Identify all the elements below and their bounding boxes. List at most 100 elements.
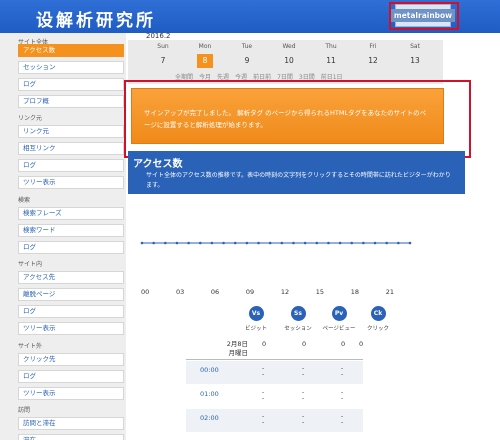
section-description: サイト全体のアクセス数の推移です。表中の時刻の文字列をクリックするとその時間帯に… (146, 172, 451, 189)
period-option[interactable]: 前日前 (253, 72, 271, 81)
data-point (385, 241, 388, 245)
cell-dash: -- (262, 389, 265, 402)
period-option[interactable]: 今月 (199, 72, 211, 81)
data-point (257, 241, 260, 245)
user-account-button[interactable]: metalrainbow (390, 4, 456, 27)
metric-icon: Ck (370, 306, 386, 321)
day-date[interactable]: 12 (365, 54, 381, 68)
sidebar-item-in-site-log[interactable]: ログ (18, 305, 124, 318)
app-header: 设解析研究所 metalrainbow (0, 0, 500, 33)
day-date[interactable]: 9 (239, 54, 255, 68)
x-tick-label: 06 (210, 288, 220, 296)
day-date[interactable]: 11 (323, 54, 339, 68)
sidebar-item-mutual-link[interactable]: 相互リンク (18, 142, 124, 155)
cell-dash: -- (341, 365, 344, 378)
sidebar-item-out-site-log[interactable]: ログ (18, 370, 124, 383)
sidebar-item-referrer[interactable]: リンク元 (18, 125, 124, 138)
table-date: 2月8日 月曜日 (186, 340, 248, 358)
cell-dash: -- (302, 389, 305, 402)
time-link[interactable]: 00:00 (200, 366, 219, 374)
metric-icon: Vs (248, 306, 264, 321)
x-tick-label: 21 (385, 288, 394, 296)
period-selector: 全期間 今月 先週 今週 前日前 7日間 3日間 前日1日 (175, 72, 445, 81)
calendar-day[interactable]: Fri 12 (352, 40, 394, 68)
data-point (140, 241, 144, 245)
day-of-week: Thu (325, 43, 337, 50)
sidebar-item-session[interactable]: セッション (18, 61, 124, 74)
data-point (373, 241, 377, 245)
sidebar: サイト全体 アクセス数 セッション ログ プロフ概 リンク元 リンク元 相互リン… (0, 33, 126, 440)
metric-icon: Ss (290, 306, 306, 321)
sidebar-group-search: 検索 (18, 197, 31, 204)
sidebar-item-in-site-tree[interactable]: ツリー表示 (18, 322, 124, 335)
access-line-chart (140, 241, 412, 245)
sidebar-item-stay[interactable]: 滞在 (18, 434, 124, 440)
period-option[interactable]: 今週 (235, 72, 247, 81)
site-logo[interactable]: 设解析研究所 (36, 6, 156, 31)
data-point (292, 241, 295, 245)
metric-label: ページビュー (322, 326, 356, 332)
time-link[interactable]: 01:00 (200, 390, 219, 398)
data-point (198, 241, 202, 245)
x-tick-label: 18 (350, 288, 360, 296)
sidebar-item-search-phrase[interactable]: 検索フレーズ (18, 207, 124, 220)
calendar-day[interactable]: Thu 11 (310, 40, 352, 68)
data-point (408, 241, 412, 245)
metric-label: ビジット (244, 326, 267, 332)
period-option[interactable]: 3日間 (299, 72, 315, 81)
data-point (350, 241, 354, 245)
total-sessions: 0 (302, 340, 307, 348)
sidebar-item-search-word[interactable]: 検索ワード (18, 224, 124, 237)
data-point (152, 241, 155, 245)
data-point (397, 241, 400, 245)
day-of-week: Fri (369, 43, 377, 50)
total-visits: 0 (262, 340, 267, 348)
sidebar-item-search-log[interactable]: ログ (18, 241, 124, 254)
time-link[interactable]: 02:00 (200, 414, 219, 422)
data-point (362, 241, 365, 245)
metric-clicks: Ck クリック (360, 306, 396, 332)
sidebar-item-destination[interactable]: アクセス先 (18, 271, 124, 284)
data-point (327, 241, 330, 245)
day-date-selected[interactable]: 8 (197, 54, 213, 68)
table-row: 00:00 -- -- -- (186, 361, 363, 384)
data-point (187, 241, 190, 245)
period-option[interactable]: 全期間 (175, 72, 193, 81)
period-option[interactable]: 7日間 (277, 72, 293, 81)
table-date-row: 2月8日 月曜日 0 0 0 0 (186, 337, 363, 360)
data-point (303, 241, 307, 245)
calendar-day[interactable]: Sun 7 (142, 40, 184, 68)
sidebar-item-profile[interactable]: プロフ概 (18, 95, 124, 108)
sidebar-item-referrer-tree[interactable]: ツリー表示 (18, 176, 124, 189)
cell-dash: -- (341, 389, 344, 402)
cell-dash: -- (302, 365, 305, 378)
data-point (222, 241, 225, 245)
sidebar-item-out-site-tree[interactable]: ツリー表示 (18, 387, 124, 400)
sidebar-item-visit-stay[interactable]: 訪問と滞在 (18, 417, 124, 430)
data-point (338, 241, 342, 245)
sidebar-item-access-count[interactable]: アクセス数 (18, 44, 124, 57)
day-date[interactable]: 7 (155, 54, 171, 68)
period-option[interactable]: 前日1日 (321, 72, 343, 81)
calendar-day[interactable]: Wed 10 (268, 40, 310, 68)
sidebar-item-exit-page[interactable]: 離脱ページ (18, 288, 124, 301)
data-point (268, 241, 272, 245)
metric-pageviews: Pv ページビュー (321, 306, 357, 332)
section-title: アクセス数 (133, 159, 183, 170)
calendar-day[interactable]: Tue 9 (226, 40, 268, 68)
user-name: metalrainbow (390, 9, 456, 22)
weekday-text: 月曜日 (228, 349, 249, 357)
day-date[interactable]: 10 (281, 54, 297, 68)
total-pageviews: 0 (341, 340, 346, 348)
x-tick-label: 15 (315, 288, 325, 296)
sidebar-item-referrer-log[interactable]: ログ (18, 159, 124, 172)
sidebar-item-click-destination[interactable]: クリック先 (18, 353, 124, 366)
table-row: 02:00 -- -- -- (186, 409, 363, 432)
access-section-header: アクセス数 サイト全体のアクセス数の推移です。表中の時刻の文字列をクリックすると… (128, 151, 465, 194)
day-date[interactable]: 13 (407, 54, 423, 68)
calendar-day[interactable]: Sat 13 (394, 40, 436, 68)
period-option[interactable]: 先週 (217, 72, 229, 81)
calendar-day[interactable]: Mon 8 (184, 40, 226, 68)
sidebar-item-log[interactable]: ログ (18, 78, 124, 91)
day-of-week: Tue (241, 43, 253, 50)
